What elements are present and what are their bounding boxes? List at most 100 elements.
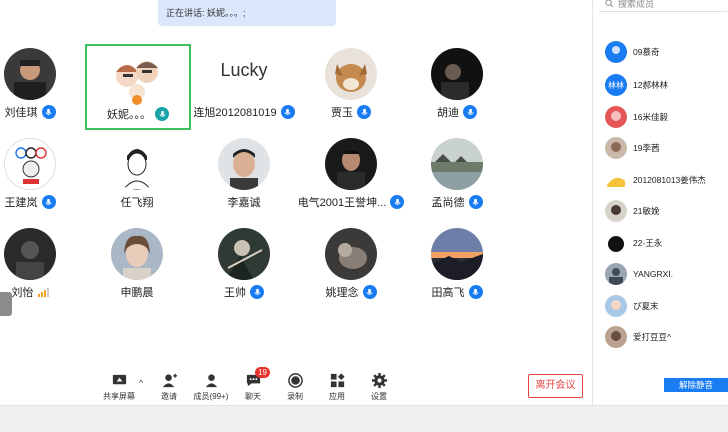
- member-avatar: [605, 232, 627, 254]
- participant-tile[interactable]: 王建岚: [0, 130, 82, 220]
- participant-avatar: [431, 228, 483, 280]
- member-list-item[interactable]: 21敏娩: [605, 199, 728, 223]
- member-avatar: [605, 295, 627, 317]
- member-search-input[interactable]: 搜索成员: [599, 0, 727, 12]
- participant-name: 申鹏晨: [120, 287, 154, 299]
- member-list-item[interactable]: 19李茜: [605, 136, 728, 160]
- settings-button[interactable]: 设置: [358, 370, 400, 404]
- microphone-icon: [250, 285, 264, 299]
- microphone-icon: [390, 195, 405, 209]
- microphone-icon: [41, 105, 56, 119]
- signal-strength-icon: [37, 287, 49, 297]
- participant-avatar: [4, 48, 56, 100]
- add-user-icon: [162, 373, 177, 387]
- meeting-toolbar: 共享屏幕 邀请 成员(99+) 19 聊天 录制 应用 设置: [98, 367, 400, 404]
- microphone-icon: [463, 105, 477, 119]
- participant-name: 任飞翔: [120, 197, 154, 209]
- member-avatar: [605, 200, 627, 222]
- record-icon: [287, 372, 303, 388]
- participant-avatar: [111, 228, 163, 280]
- member-avatar: [605, 41, 627, 63]
- participant-avatar: [325, 228, 377, 280]
- participant-tile[interactable]: 电气2001王誉坤...: [297, 130, 405, 220]
- participant-tile[interactable]: 刘怡: [0, 220, 82, 310]
- member-avatar: [605, 326, 627, 348]
- microphone-icon: [362, 285, 377, 299]
- member-avatar: [605, 137, 627, 159]
- bottom-status-strip: [0, 405, 728, 432]
- chat-button[interactable]: 19 聊天: [232, 367, 274, 404]
- microphone-icon: [468, 285, 483, 299]
- participant-tile[interactable]: 任飞翔: [85, 130, 189, 220]
- chat-unread-badge: 19: [255, 367, 270, 378]
- gear-icon: [371, 372, 387, 388]
- member-avatar: [605, 263, 627, 285]
- participant-video-name: Lucky: [220, 60, 268, 80]
- participant-name: 妖妮。。。: [107, 109, 151, 121]
- members-button[interactable]: 成员(99+): [190, 370, 232, 404]
- participant-tile[interactable]: 田高飞: [405, 220, 509, 310]
- member-list-item[interactable]: 16米佳毅: [605, 105, 728, 129]
- speaking-banner: 正在讲话: 妖妮。。。;: [158, 0, 336, 26]
- member-panel: 搜索成员 09慕奇 林林 12郝林林 16米佳毅 19李茜 2012081013…: [592, 0, 728, 405]
- invite-button[interactable]: 邀请: [148, 370, 190, 404]
- member-list-item[interactable]: 林林 12郝林林: [605, 73, 728, 97]
- member-list-item[interactable]: 22-王永: [605, 231, 728, 255]
- participant-name: 田高飞: [431, 287, 465, 299]
- participant-avatar: [218, 138, 270, 190]
- microphone-icon: [41, 195, 56, 209]
- participant-tile[interactable]: Lucky 连旭2012081019: [192, 40, 296, 130]
- member-list-item[interactable]: 2012081013姜伟杰: [605, 168, 728, 192]
- apps-button[interactable]: 应用: [316, 370, 358, 404]
- member-avatar: 林林: [605, 74, 627, 96]
- leave-meeting-button[interactable]: 离开会议: [528, 374, 583, 398]
- member-avatar: [605, 106, 627, 128]
- video-grid: 正在讲话: 妖妮。。。; 刘佳琪 妖妮。。。 Lucky 连旭201208101…: [0, 0, 592, 405]
- record-button[interactable]: 录制: [274, 370, 316, 404]
- participant-tile[interactable]: 贾玉: [299, 40, 403, 130]
- collapse-handle[interactable]: [0, 292, 12, 316]
- member-list-item[interactable]: ぴ夏末: [605, 294, 728, 318]
- participant-tile[interactable]: 刘佳琪: [0, 40, 82, 130]
- member-list-item[interactable]: 09慕奇: [605, 40, 728, 64]
- participant-tile[interactable]: 孟尚德: [405, 130, 509, 220]
- microphone-icon: [468, 195, 483, 209]
- participant-name: 电气2001王誉坤...: [297, 197, 387, 209]
- participant-name: 王建岚: [4, 197, 38, 209]
- participant-name: 孟尚德: [431, 197, 465, 209]
- participant-name: 胡迪: [437, 107, 459, 119]
- participant-tile[interactable]: 姚理念: [299, 220, 403, 310]
- participant-avatar: [431, 138, 483, 190]
- participant-avatar: [218, 228, 270, 280]
- participant-name: 李嘉诚: [227, 197, 261, 209]
- participant-avatar: [325, 138, 377, 190]
- participant-avatar: [431, 48, 483, 100]
- participant-tile[interactable]: 申鹏晨: [85, 220, 189, 310]
- members-icon: [205, 373, 217, 387]
- participant-name: 连旭2012081019: [193, 107, 277, 119]
- member-avatar: [605, 169, 627, 191]
- chevron-up-icon[interactable]: ^: [139, 378, 143, 388]
- participant-tile[interactable]: 王帅: [192, 220, 296, 310]
- search-icon: [605, 0, 614, 8]
- participant-tile[interactable]: 李嘉诚: [192, 130, 296, 220]
- member-list-item[interactable]: 爱打豆豆^: [605, 325, 728, 349]
- participant-avatar: [111, 138, 163, 190]
- participant-tile-active[interactable]: 妖妮。。。: [85, 44, 191, 130]
- microphone-icon: [357, 105, 371, 119]
- member-list-item[interactable]: YANGRXI.: [605, 262, 728, 286]
- participant-avatar: [109, 50, 165, 106]
- participant-avatar: [4, 228, 56, 280]
- share-screen-button[interactable]: 共享屏幕: [98, 370, 140, 404]
- apps-grid-icon: [330, 372, 345, 387]
- participant-tile[interactable]: 胡迪: [405, 40, 509, 130]
- participant-name: 贾玉: [331, 107, 353, 119]
- microphone-icon: [155, 107, 169, 121]
- participant-avatar: [4, 138, 56, 190]
- participant-name: 姚理念: [325, 287, 359, 299]
- participant-avatar: [325, 48, 377, 100]
- share-screen-icon: [112, 374, 126, 384]
- unmute-all-button[interactable]: 解除静音: [664, 378, 728, 392]
- participant-name: 刘怡: [11, 287, 34, 299]
- microphone-icon: [280, 105, 295, 119]
